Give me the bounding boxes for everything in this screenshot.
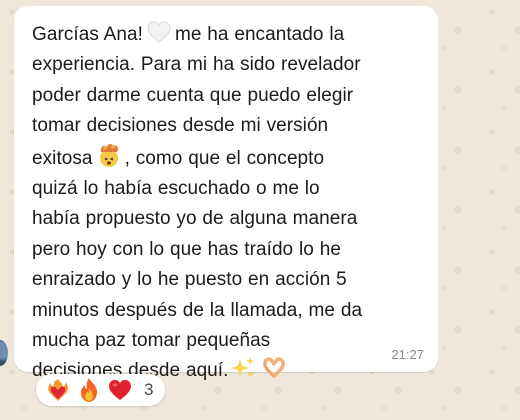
message-line: experiencia. Para mi ha sido revelador bbox=[32, 54, 361, 76]
message-line: había propuesto yo de alguna manera bbox=[32, 208, 358, 230]
message-line: enraizado y lo he puesto en acción 5 bbox=[32, 269, 347, 291]
message-line: poder darme cuenta que puedo elegir bbox=[32, 84, 354, 106]
message-line: Garcías Ana! me ha encantado la bbox=[32, 20, 422, 50]
reaction-count: 3 bbox=[144, 380, 154, 399]
message-line: mucha paz tomar pequeñas bbox=[32, 330, 271, 352]
message-line-text: me ha encantado la bbox=[174, 24, 345, 45]
message-line: quizá lo había escuchado o me lo bbox=[32, 178, 320, 200]
exploding-head-icon bbox=[96, 142, 122, 168]
reactions-bar[interactable]: 3 bbox=[36, 374, 166, 406]
red-heart-icon bbox=[108, 379, 132, 401]
message-text: Garcías Ana! me ha encantado la experienc… bbox=[32, 20, 422, 387]
message-line-text: Garcías Ana! bbox=[32, 24, 143, 45]
message-line: tomar decisiones desde mi versión bbox=[32, 115, 329, 137]
sparkles-icon bbox=[231, 356, 255, 380]
message-line-text: , como que el concepto bbox=[124, 147, 325, 169]
message-bubble[interactable]: Garcías Ana! me ha encantado la experienc… bbox=[14, 6, 438, 381]
fire-icon bbox=[78, 377, 100, 403]
message-line-text: exitosa bbox=[32, 147, 93, 169]
message-line: exitosa , como que el concepto bbox=[32, 142, 422, 174]
white-heart-icon bbox=[146, 20, 172, 44]
message-timestamp: 21:27 bbox=[391, 347, 424, 362]
heart-on-fire-icon bbox=[46, 377, 70, 403]
message-line: pero hoy con lo que has traído lo he bbox=[32, 238, 341, 260]
message-line: minutos después de la llamada, me da bbox=[32, 299, 363, 321]
heart-hands-icon bbox=[261, 356, 287, 380]
